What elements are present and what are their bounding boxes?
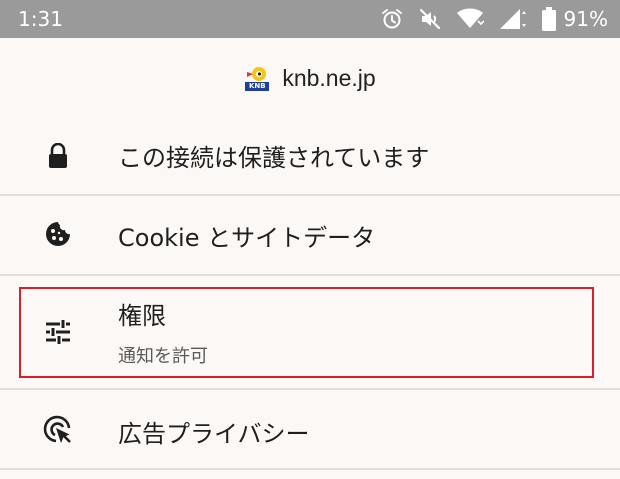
status-time: 1:31 — [18, 7, 63, 31]
status-bar: 1:31 91% — [0, 0, 620, 38]
logo-text: KNB — [249, 82, 266, 90]
lock-icon — [40, 138, 76, 174]
mute-icon — [419, 8, 440, 30]
status-icons: 91% — [380, 6, 608, 32]
cookie-icon — [40, 216, 76, 252]
connection-security-row[interactable]: この接続は保護されています — [0, 118, 620, 194]
ad-privacy-row[interactable]: 広告プライバシー — [0, 390, 620, 468]
signal-icon — [499, 9, 526, 29]
divider — [0, 468, 620, 470]
site-header: KNB knb.ne.jp — [0, 56, 620, 100]
ad-privacy-icon — [40, 412, 76, 448]
cookies-row[interactable]: Cookie とサイトデータ — [0, 196, 620, 274]
alarm-icon — [381, 9, 402, 29]
site-domain: knb.ne.jp — [282, 64, 376, 91]
battery-icon — [541, 7, 556, 31]
connection-security-label: この接続は保護されています — [118, 144, 430, 172]
site-logo: KNB — [244, 65, 270, 91]
ad-privacy-label: 広告プライバシー — [118, 420, 310, 448]
highlight-box — [19, 287, 594, 378]
cookies-label: Cookie とサイトデータ — [118, 224, 376, 252]
wifi-icon — [456, 8, 484, 28]
battery-percent: 91% — [563, 7, 608, 31]
